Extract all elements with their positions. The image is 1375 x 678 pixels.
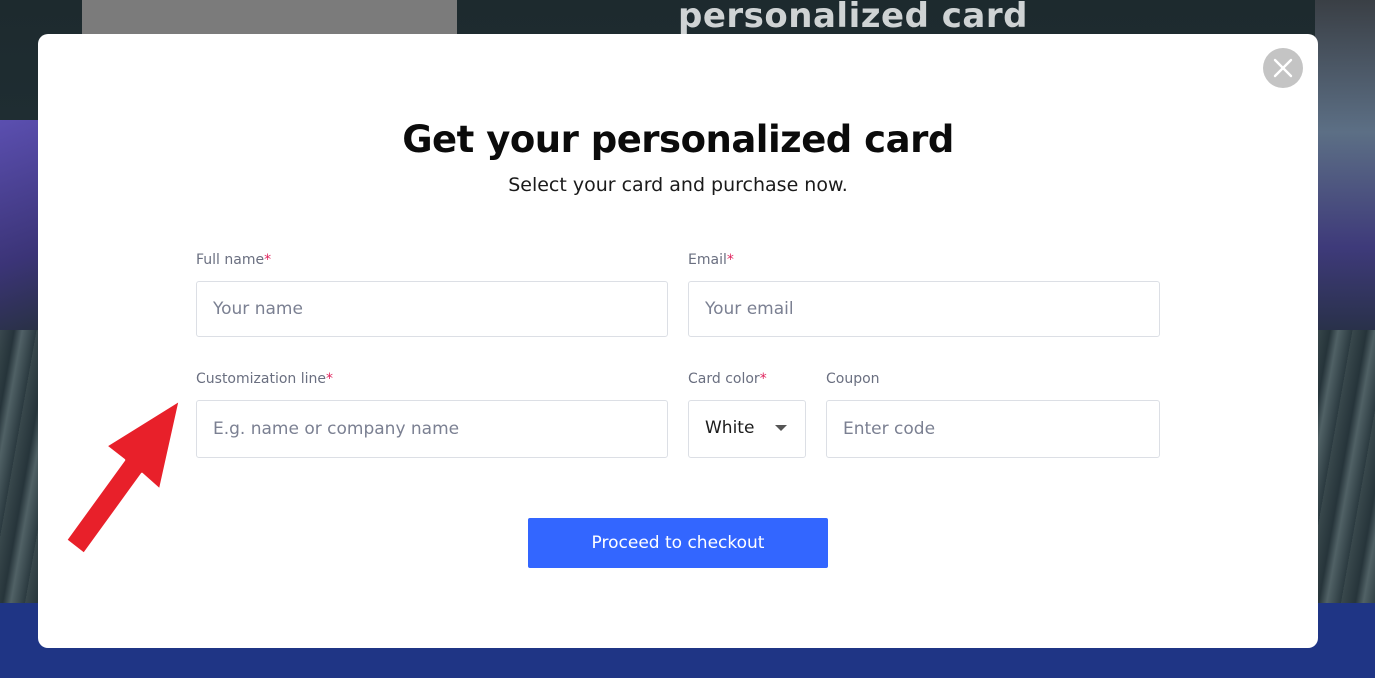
required-mark: * — [264, 252, 272, 268]
background-heading: personalized card — [678, 0, 1028, 36]
email-input[interactable] — [689, 282, 1159, 336]
email-label-text: Email — [688, 252, 727, 268]
background-person-photo — [1315, 0, 1375, 330]
full-name-label-text: Full name — [196, 252, 265, 268]
card-color-label: Card color* — [688, 371, 767, 387]
required-mark: * — [759, 371, 767, 387]
red-arrow-annotation — [64, 398, 182, 556]
full-name-label: Full name* — [196, 252, 271, 268]
card-color-select[interactable]: White — [688, 400, 806, 458]
background-decoration — [0, 120, 40, 350]
customization-label-text: Customization line — [196, 371, 326, 387]
email-field[interactable] — [688, 281, 1160, 337]
proceed-to-checkout-button[interactable]: Proceed to checkout — [528, 518, 828, 568]
required-mark: * — [326, 371, 333, 387]
customization-field[interactable] — [196, 400, 668, 458]
customization-label: Customization line* — [196, 371, 333, 387]
customization-input[interactable] — [197, 401, 667, 457]
full-name-field[interactable] — [196, 281, 668, 337]
card-color-value: White — [705, 418, 755, 438]
card-color-label-text: Card color — [688, 371, 760, 387]
modal-title: Get your personalized card — [402, 118, 954, 161]
full-name-input[interactable] — [197, 282, 667, 336]
coupon-label: Coupon — [826, 371, 880, 387]
required-mark: * — [726, 252, 734, 268]
coupon-field[interactable] — [826, 400, 1160, 458]
chevron-down-icon — [775, 425, 787, 431]
email-label: Email* — [688, 252, 734, 268]
coupon-label-text: Coupon — [826, 371, 880, 387]
close-icon — [1273, 58, 1293, 78]
close-button[interactable] — [1263, 48, 1303, 88]
purchase-modal: Get your personalized card Select your c… — [38, 34, 1318, 648]
modal-subtitle: Select your card and purchase now. — [508, 174, 848, 196]
coupon-input[interactable] — [827, 401, 1159, 457]
